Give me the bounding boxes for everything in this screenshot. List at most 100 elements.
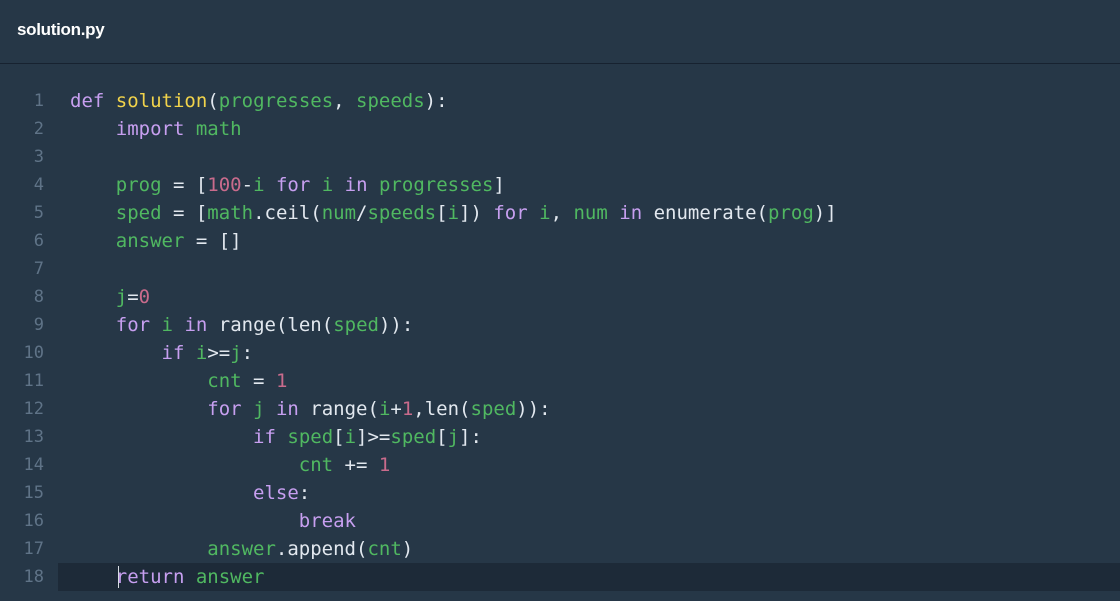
code-token: = <box>127 286 139 308</box>
file-name-tab[interactable]: solution.py <box>17 20 105 40</box>
code-token: progresses <box>218 90 334 112</box>
code-token: )): <box>378 314 414 336</box>
code-token: for <box>115 314 151 336</box>
code-token: ( <box>207 90 219 112</box>
code-token: i <box>321 174 334 196</box>
code-line[interactable]: cnt = 1 <box>58 367 1120 395</box>
code-token: return <box>115 566 185 588</box>
code-token: in <box>184 314 208 336</box>
code-token: if <box>161 342 185 364</box>
line-number: 9 <box>33 315 44 335</box>
line-number: 18 <box>23 567 44 587</box>
code-line[interactable]: import math <box>58 115 1120 143</box>
code-token: [ <box>436 202 448 224</box>
code-line[interactable] <box>58 143 1120 171</box>
code-line[interactable]: j=0 <box>58 283 1120 311</box>
code-token: j <box>253 398 265 420</box>
code-line[interactable]: for j in range(i+1,len(sped)): <box>58 395 1120 423</box>
code-token: ]>= <box>356 426 391 448</box>
code-token: break <box>298 510 356 532</box>
code-token: i <box>344 426 357 448</box>
code-line[interactable]: else: <box>58 479 1120 507</box>
line-number: 2 <box>33 119 44 139</box>
code-token: prog <box>115 174 162 196</box>
line-number: 8 <box>33 287 44 307</box>
code-line[interactable]: if sped[i]>=sped[j]: <box>58 423 1120 451</box>
code-token: += <box>333 454 379 476</box>
line-number: 3 <box>33 147 44 167</box>
code-token: , <box>333 90 357 112</box>
code-area[interactable]: def solution(progresses, speeds): import… <box>58 87 1120 591</box>
code-token: ] <box>493 174 505 196</box>
line-number: 15 <box>23 483 44 503</box>
code-token: num <box>573 202 608 224</box>
code-token: for <box>493 202 528 224</box>
code-line[interactable]: for i in range(len(sped)): <box>58 311 1120 339</box>
code-line[interactable]: break <box>58 507 1120 535</box>
code-token: progresses <box>379 174 494 196</box>
code-token: import <box>115 118 185 140</box>
code-token: sped <box>390 426 437 448</box>
code-token: i <box>195 342 208 364</box>
line-number: 1 <box>33 91 44 111</box>
line-number: 13 <box>23 427 44 447</box>
code-token: math <box>195 118 242 140</box>
code-line[interactable] <box>58 255 1120 283</box>
code-token: range(len( <box>207 314 334 336</box>
code-token: : <box>298 482 311 504</box>
code-line[interactable]: return answer <box>58 563 1120 591</box>
code-token: def <box>70 90 105 112</box>
code-line[interactable]: answer.append(cnt) <box>58 535 1120 563</box>
code-token: .ceil( <box>253 202 322 224</box>
code-token: sped <box>333 314 379 336</box>
code-line[interactable]: sped = [math.ceil(num/speeds[i]) for i, … <box>58 199 1120 227</box>
code-token: [ <box>436 426 448 448</box>
code-line[interactable]: if i>=j: <box>58 339 1120 367</box>
code-token: cnt <box>298 454 334 476</box>
code-line[interactable]: answer = [] <box>58 227 1120 255</box>
code-token: )): <box>516 398 551 420</box>
code-token: answer <box>115 230 185 252</box>
code-token: = [ <box>161 202 208 224</box>
code-token: i <box>253 174 265 196</box>
code-editor[interactable]: 1 2 3 4 5 6 7 8 9 10 11 12 13 14 15 16 17 18 def solution… <box>0 64 1120 601</box>
code-line[interactable]: cnt += 1 <box>58 451 1120 479</box>
code-token: ,len( <box>413 398 471 420</box>
code-line[interactable]: def solution(progresses, speeds): <box>58 87 1120 115</box>
code-token: cnt <box>367 538 402 560</box>
code-token: 0 <box>138 286 151 308</box>
code-token: else <box>253 482 299 504</box>
code-token: )] <box>813 202 837 224</box>
code-token: solution <box>115 90 208 112</box>
line-number-gutter: 1 2 3 4 5 6 7 8 9 10 11 12 13 14 15 16 17 18 <box>0 87 57 591</box>
code-line[interactable]: prog = [100-i for i in progresses] <box>58 171 1120 199</box>
code-token: 1 <box>378 454 391 476</box>
line-number: 16 <box>23 511 44 531</box>
code-token: = [] <box>184 230 242 252</box>
